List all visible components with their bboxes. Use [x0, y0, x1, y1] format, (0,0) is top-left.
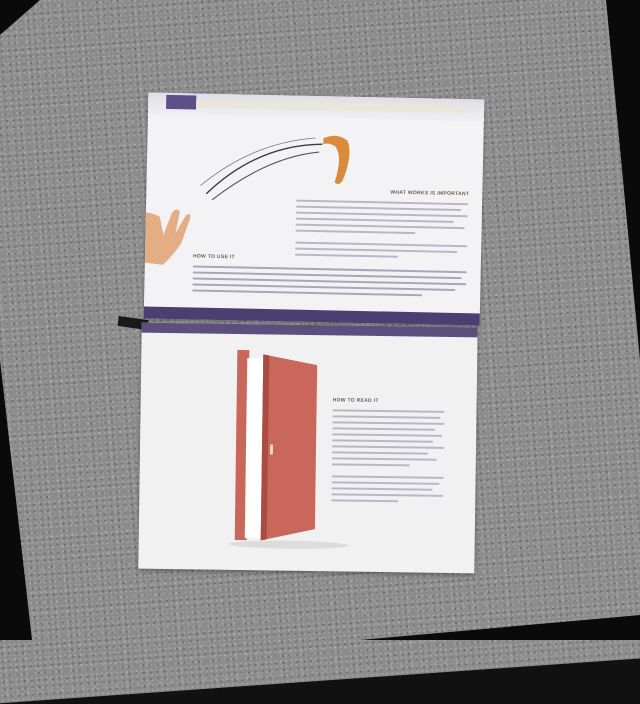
top-paragraph-right-2 [295, 241, 468, 264]
hand-icon [144, 209, 191, 265]
booklet-top-page: WHAT WORKS IS IMPORTANT HOW TO USE IT [143, 92, 485, 326]
boomerang-icon [323, 135, 350, 185]
top-heading-left: HOW TO USE IT [192, 253, 235, 261]
top-paragraph-right [295, 199, 469, 240]
bottom-heading: HOW TO READ IT [332, 397, 379, 404]
door-panel [260, 354, 318, 541]
top-paragraph-left [192, 265, 467, 301]
open-booklet: WHAT WORKS IS IMPORTANT HOW TO USE IT HO… [0, 0, 640, 640]
bottom-paragraph-2 [331, 475, 444, 507]
door-shadow [228, 540, 349, 549]
bottom-paragraph-1 [331, 409, 445, 471]
motion-line-3 [200, 137, 316, 186]
booklet-bottom-page: HOW TO READ IT [138, 322, 478, 574]
door-handle [269, 444, 274, 455]
